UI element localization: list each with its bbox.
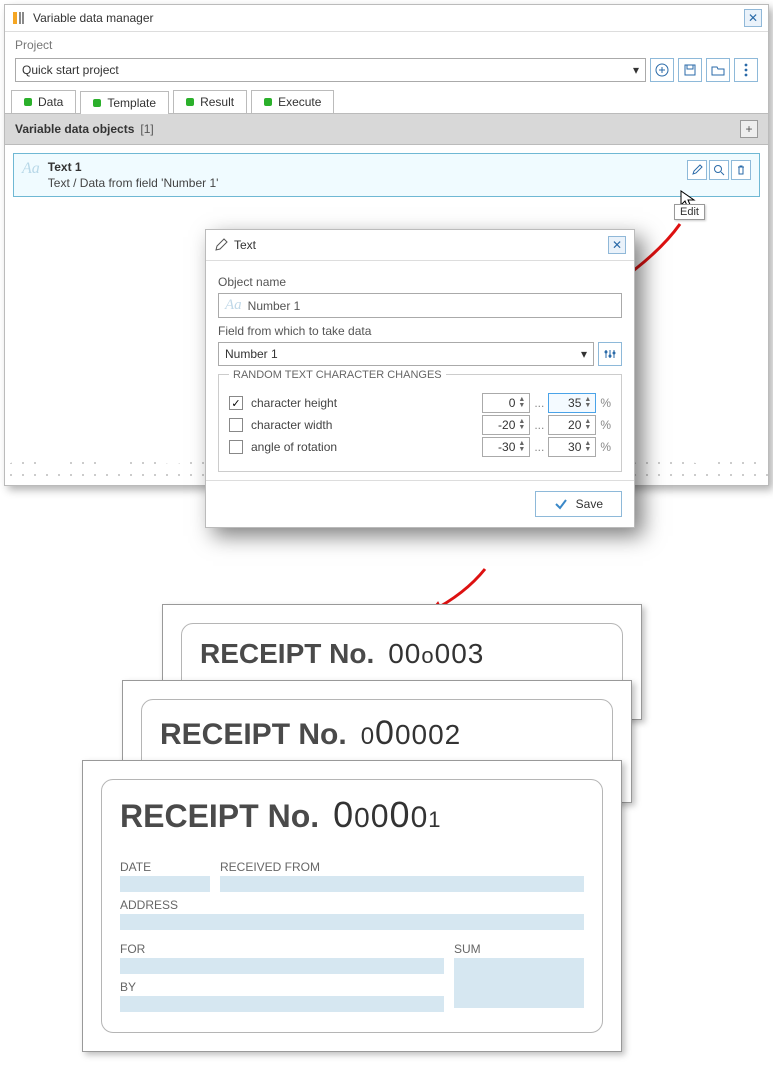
field-label: Field from which to take data xyxy=(218,324,622,338)
project-select[interactable]: Quick start project ▾ xyxy=(15,58,646,82)
tab-data[interactable]: Data xyxy=(11,90,76,113)
project-section: Project xyxy=(5,32,768,58)
fieldset-legend: RANDOM TEXT CHARACTER CHANGES xyxy=(229,369,446,381)
tab-result[interactable]: Result xyxy=(173,90,247,113)
preview-button[interactable] xyxy=(709,160,729,180)
dialog-title: Text xyxy=(234,238,602,252)
random-changes-fieldset: RANDOM TEXT CHARACTER CHANGES character … xyxy=(218,374,622,472)
tab-execute[interactable]: Execute xyxy=(251,90,334,113)
window-title: Variable data manager xyxy=(33,11,744,25)
new-project-button[interactable] xyxy=(650,58,674,82)
object-item[interactable]: Aa Text 1 Text / Data from field 'Number… xyxy=(13,153,760,197)
open-project-button[interactable] xyxy=(706,58,730,82)
status-dot xyxy=(93,99,101,107)
save-button[interactable]: Save xyxy=(535,491,622,517)
param-checkbox[interactable] xyxy=(229,440,243,454)
project-value: Quick start project xyxy=(22,63,119,77)
param-label: character width xyxy=(251,418,482,432)
param-checkbox[interactable] xyxy=(229,396,243,410)
object-name: Text 1 xyxy=(48,160,687,174)
param-from-input[interactable]: 0▲▼ xyxy=(482,393,530,413)
param-label: angle of rotation xyxy=(251,440,482,454)
field-settings-button[interactable] xyxy=(598,342,622,366)
object-name-input-wrap[interactable]: Aa xyxy=(218,293,622,318)
status-dot xyxy=(186,98,194,106)
param-label: character height xyxy=(251,396,482,410)
project-label: Project xyxy=(15,38,758,52)
text-type-icon: Aa xyxy=(225,297,242,314)
receipt-1: RECEIPT No.000001 DATE RECEIVED FROM ADD… xyxy=(82,760,622,1052)
text-type-icon: Aa xyxy=(22,160,40,178)
object-name-input[interactable] xyxy=(248,299,615,313)
object-subtitle: Text / Data from field 'Number 1' xyxy=(48,176,687,190)
vdo-title: Variable data objects xyxy=(15,122,134,136)
object-name-label: Object name xyxy=(218,275,622,289)
param-from-input[interactable]: -20▲▼ xyxy=(482,415,530,435)
tab-bar: Data Template Result Execute xyxy=(5,90,768,114)
field-select[interactable]: Number 1 ▾ xyxy=(218,342,594,366)
delete-button[interactable] xyxy=(731,160,751,180)
more-menu-button[interactable] xyxy=(734,58,758,82)
param-checkbox[interactable] xyxy=(229,418,243,432)
app-icon xyxy=(11,10,27,26)
param-to-input[interactable]: 30▲▼ xyxy=(548,437,596,457)
edit-button[interactable] xyxy=(687,160,707,180)
close-button[interactable]: ✕ xyxy=(744,9,762,27)
status-dot xyxy=(264,98,272,106)
pencil-icon xyxy=(214,238,228,252)
param-to-input[interactable]: 20▲▼ xyxy=(548,415,596,435)
status-dot xyxy=(24,98,32,106)
dialog-close-button[interactable]: ✕ xyxy=(608,236,626,254)
chevron-down-icon: ▾ xyxy=(581,347,587,361)
edit-tooltip: Edit xyxy=(674,204,705,220)
param-to-input[interactable]: 35▲▼ xyxy=(548,393,596,413)
save-label: Save xyxy=(576,497,603,511)
save-project-button[interactable] xyxy=(678,58,702,82)
param-from-input[interactable]: -30▲▼ xyxy=(482,437,530,457)
chevron-down-icon: ▾ xyxy=(633,63,639,77)
window-titlebar: Variable data manager ✕ xyxy=(5,5,768,32)
vdo-count: [1] xyxy=(140,122,153,136)
field-value: Number 1 xyxy=(225,347,278,361)
edit-dialog: Text ✕ Object name Aa Field from which t… xyxy=(205,229,635,528)
vdo-header: Variable data objects [1] + xyxy=(5,114,768,145)
tab-template[interactable]: Template xyxy=(80,91,169,114)
add-object-button[interactable]: + xyxy=(740,120,758,138)
